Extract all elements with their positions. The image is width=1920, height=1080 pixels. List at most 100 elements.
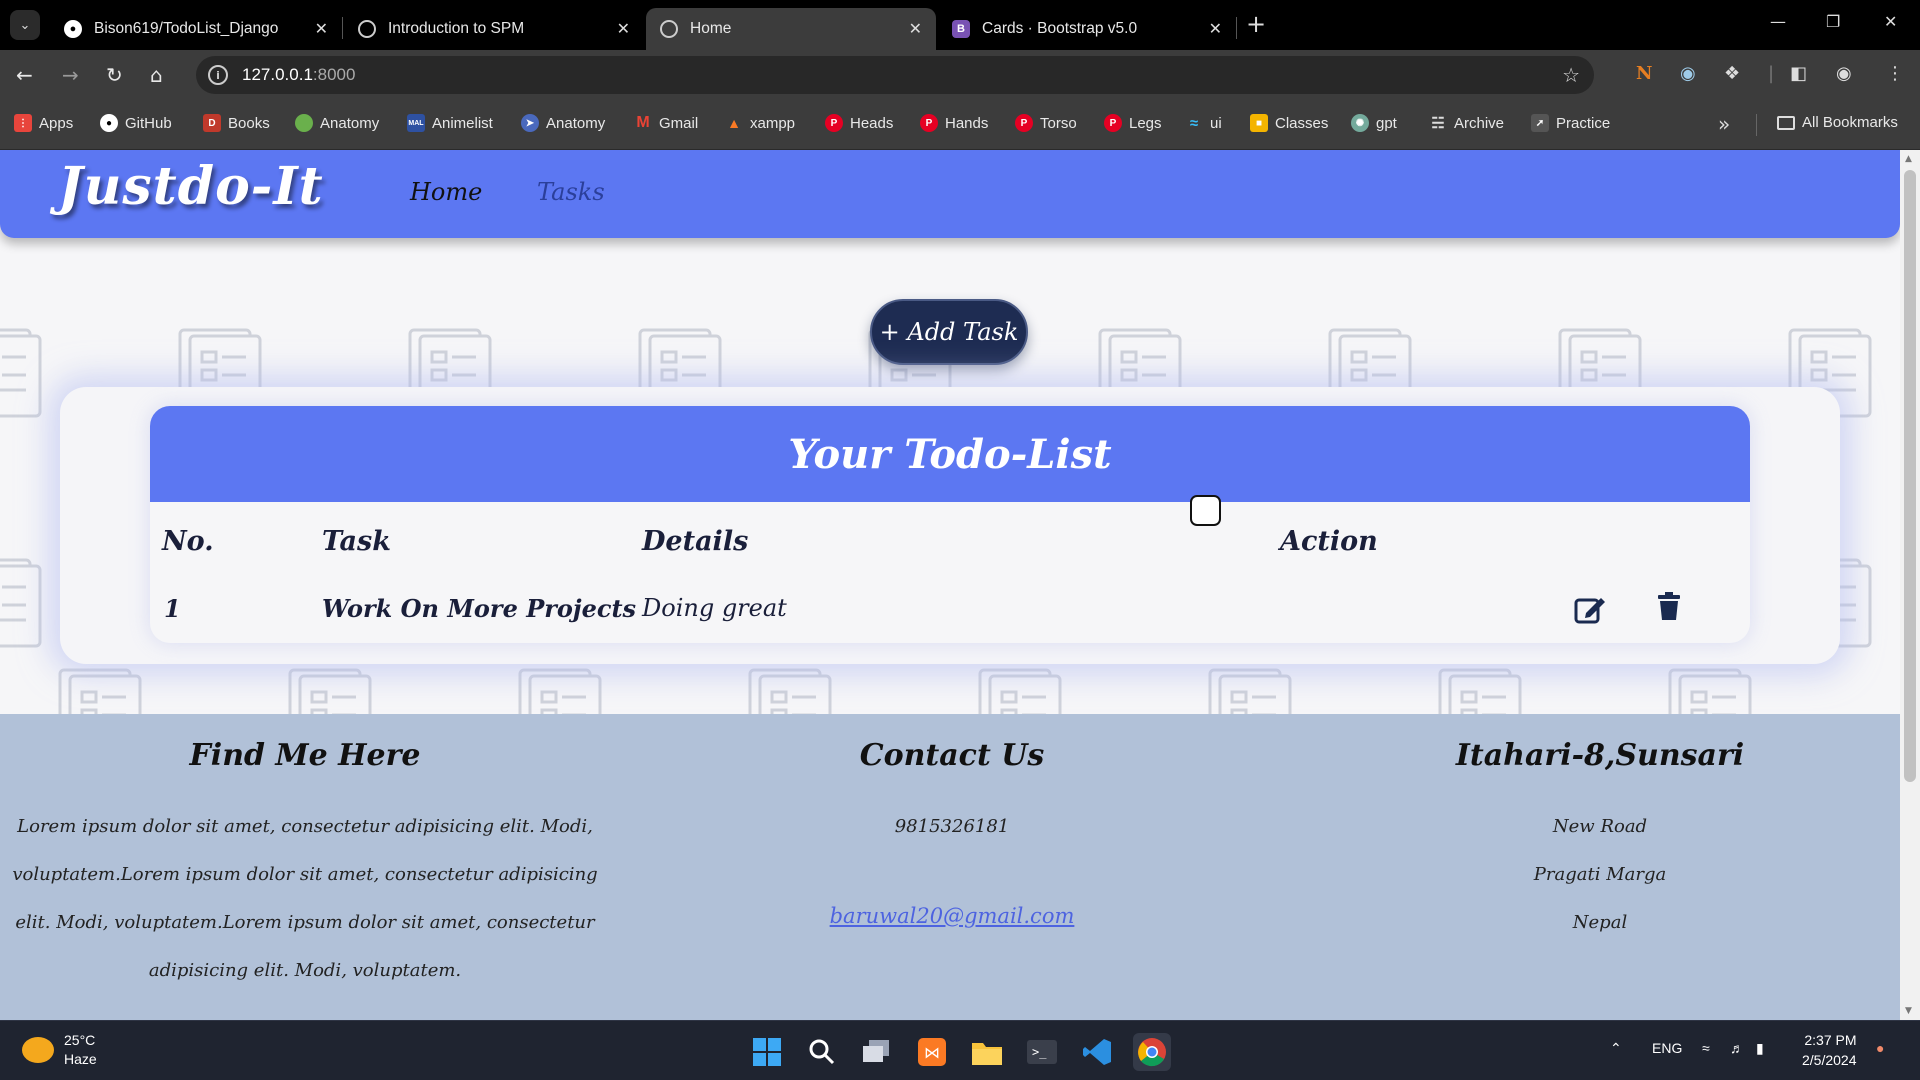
browser-tab-github[interactable]: ● Bison619/TodoList_Django ✕ [50, 8, 342, 50]
bookmark-label: Gmail [659, 114, 699, 132]
show-hidden-icons-chevron-icon[interactable]: ⌃ [1610, 1040, 1622, 1057]
forward-arrow-icon[interactable]: → [62, 63, 79, 87]
bookmark-books[interactable]: D Books [203, 114, 270, 132]
tab-search-chevron-icon[interactable]: ⌄ [10, 10, 40, 40]
bookmark-label: GitHub [125, 114, 172, 132]
close-icon[interactable]: ✕ [1209, 19, 1222, 39]
scroll-down-arrow-icon[interactable]: ▼ [1905, 1006, 1912, 1016]
extension-eye-icon[interactable]: ◉ [1680, 63, 1696, 84]
browser-tab-bootstrap[interactable]: B Cards · Bootstrap v5.0 ✕ [938, 8, 1236, 50]
task-complete-checkbox[interactable] [1190, 495, 1221, 526]
chrome-icon[interactable] [1133, 1033, 1171, 1071]
notification-bell-icon[interactable]: ● [1876, 1040, 1884, 1056]
home-icon[interactable]: ⌂ [150, 63, 163, 87]
wifi-icon[interactable]: ≈ [1702, 1040, 1710, 1056]
bookmark-star-icon[interactable]: ☆ [1562, 63, 1580, 87]
windows-start-icon[interactable] [748, 1033, 786, 1071]
close-icon[interactable]: ✕ [315, 19, 328, 39]
pinterest-icon: P [825, 114, 843, 132]
bookmark-heads[interactable]: P Heads [825, 114, 893, 132]
bookmark-torso[interactable]: P Torso [1015, 114, 1077, 132]
bookmark-gpt[interactable]: ✺ gpt [1351, 114, 1397, 132]
xampp-icon[interactable]: ⋈ [913, 1033, 951, 1071]
page-viewport: Justdo-It Home Tasks + Add Task Your Tod… [0, 150, 1920, 1020]
profile-avatar-icon[interactable]: ◉ [1836, 63, 1852, 84]
extension-n-icon[interactable]: N [1636, 63, 1652, 84]
bookmark-legs[interactable]: P Legs [1104, 114, 1162, 132]
svg-text:⋈: ⋈ [924, 1043, 940, 1062]
tab-title: Home [690, 20, 732, 37]
bookmark-xampp[interactable]: ▲ xampp [725, 114, 795, 132]
pinterest-icon: P [920, 114, 938, 132]
extensions-puzzle-icon[interactable]: ❖ [1724, 63, 1740, 84]
close-window-icon[interactable]: ✕ [1884, 12, 1897, 31]
edit-icon[interactable] [1574, 594, 1606, 624]
bookmark-label: xampp [750, 114, 796, 132]
bookmark-archive[interactable]: ☵ Archive [1429, 114, 1504, 133]
browser-tab-spm[interactable]: Introduction to SPM ✕ [344, 8, 644, 50]
restore-window-icon[interactable]: ❐ [1826, 12, 1840, 31]
minimize-icon[interactable]: — [1770, 12, 1786, 31]
bookmark-anatomy-1[interactable]: Anatomy [295, 114, 379, 132]
new-tab-plus-icon[interactable]: + [1246, 12, 1266, 36]
address-bar[interactable]: i 127.0.0.1:8000 ☆ [196, 56, 1594, 94]
nav-link-tasks[interactable]: Tasks [537, 178, 605, 206]
tab-separator [1236, 17, 1237, 39]
back-arrow-icon[interactable]: ← [16, 63, 33, 87]
page-scrollbar[interactable]: ▲ ▼ [1900, 150, 1920, 1020]
bookmark-label: Anatomy [320, 114, 380, 132]
file-explorer-icon[interactable] [968, 1033, 1006, 1071]
bookmark-practice[interactable]: ➚ Practice [1531, 114, 1610, 132]
close-icon[interactable]: ✕ [617, 19, 630, 39]
bookmark-anatomy-2[interactable]: ➤ Anatomy [521, 114, 605, 132]
clock-date: 2/5/2024 [1802, 1052, 1857, 1068]
bookmark-label: Animelist [432, 114, 493, 132]
language-indicator[interactable]: ENG [1652, 1040, 1682, 1056]
bookmark-animelist[interactable]: MAL Animelist [407, 114, 493, 132]
battery-icon[interactable]: ▮ [1756, 1040, 1764, 1057]
pinterest-icon: P [1015, 114, 1033, 132]
reload-icon[interactable]: ↻ [106, 63, 123, 87]
terminal-icon[interactable]: >_ [1023, 1033, 1061, 1071]
task-view-icon[interactable] [858, 1033, 896, 1071]
bookmark-gmail[interactable]: M Gmail [634, 114, 698, 132]
browser-tab-home[interactable]: Home ✕ [646, 8, 936, 50]
task-row-details: Doing great [642, 594, 787, 622]
haze-sun-icon [22, 1037, 54, 1063]
bookmark-classes[interactable]: ■ Classes [1250, 114, 1328, 132]
site-info-icon[interactable]: i [208, 65, 228, 85]
footer-address-line: New Road [1552, 816, 1648, 837]
close-icon[interactable]: ✕ [909, 19, 922, 39]
github-icon: ● [64, 20, 82, 38]
clock-time: 2:37 PM [1804, 1032, 1857, 1048]
bookmark-github[interactable]: ● GitHub [100, 114, 172, 132]
volume-icon[interactable]: ♬ [1730, 1040, 1744, 1056]
side-panel-icon[interactable]: ◧ [1790, 63, 1807, 84]
task-row-title: Work On More Projects [322, 594, 637, 623]
bookmark-label: Books [228, 114, 270, 132]
more-menu-icon[interactable]: ⋮ [1886, 63, 1904, 84]
site-brand-logo[interactable]: Justdo-It [58, 156, 324, 217]
system-clock[interactable]: 2:37 PM 2/5/2024 [1802, 1030, 1857, 1070]
vscode-icon[interactable] [1078, 1033, 1116, 1071]
bookmark-apps[interactable]: ⋮ Apps [14, 114, 73, 132]
toolbar-separator: | [1768, 63, 1775, 84]
bootstrap-icon: B [952, 20, 970, 38]
browser-tab-strip: ⌄ ● Bison619/TodoList_Django ✕ Introduct… [0, 0, 1920, 50]
all-bookmarks-button[interactable]: All Bookmarks [1777, 114, 1898, 131]
bookmarks-separator [1756, 114, 1757, 136]
globe-icon [660, 20, 678, 38]
bookmarks-overflow-chevron-icon[interactable]: » [1718, 112, 1730, 136]
nav-link-home[interactable]: Home [410, 178, 482, 206]
bookmark-ui[interactable]: ≈ ui [1185, 114, 1222, 132]
trash-icon[interactable] [1658, 592, 1680, 620]
scroll-up-arrow-icon[interactable]: ▲ [1905, 154, 1912, 164]
scrollbar-thumb[interactable] [1904, 170, 1916, 782]
footer-email-link[interactable]: baruwal20@gmail.com [652, 892, 1252, 940]
footer-address-title: Itahari-8,Sunsari [1455, 738, 1745, 773]
search-icon[interactable] [803, 1033, 841, 1071]
add-task-button[interactable]: + Add Task [870, 299, 1028, 365]
weather-widget[interactable]: 25°C Haze [22, 1031, 97, 1069]
bookmark-hands[interactable]: P Hands [920, 114, 988, 132]
browser-toolbar: ← → ↻ ⌂ i 127.0.0.1:8000 ☆ N ◉ ❖ | ◧ ◉ ⋮ [0, 50, 1920, 100]
